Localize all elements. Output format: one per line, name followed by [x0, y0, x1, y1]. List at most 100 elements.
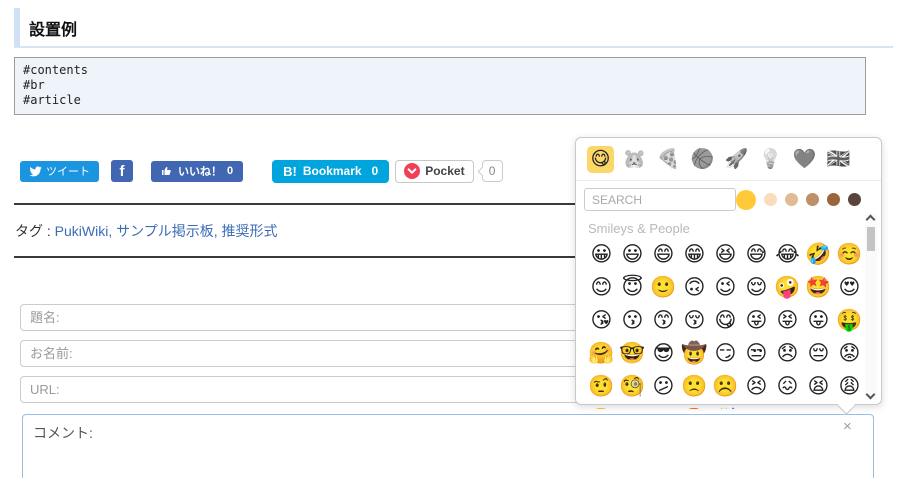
emoji-cell[interactable]: 🤪 — [772, 271, 803, 304]
emoji-category-tabs: 😋 🐹 🍕 🏀 🚀 💡 ❤️ 🇬🇧 — [576, 138, 881, 181]
category-tab-objects[interactable]: 💡 — [757, 146, 784, 173]
facebook-like-button[interactable]: いいね！ 0 — [151, 160, 244, 182]
emoji-grid: 😀 😃 😄 😁 😆 😅 😂 🤣 ☺️ 😊 😇 🙂 🙃 😉 😌 🤪 🤩 😍 😘 😗 😙 😚 😋 😜 😝 😛 🤑 🤗 🤓 😎 🤠 😏 😒 😞 😔 😟 🤨 🧐 😕… — [586, 238, 865, 410]
emoji-cell[interactable]: 😡 — [648, 403, 679, 409]
emoji-cell[interactable]: 😝 — [772, 304, 803, 337]
skin-tone-picker — [736, 189, 861, 210]
skin-tone-dot[interactable] — [848, 193, 861, 206]
emoji-cell[interactable]: 😅 — [741, 238, 772, 271]
tag-link[interactable]: PukiWiki — [55, 223, 116, 239]
emoji-cell[interactable]: 🤓 — [617, 337, 648, 370]
emoji-scrollbar[interactable] — [865, 214, 877, 400]
emoji-cell[interactable]: 🤑 — [834, 304, 865, 337]
skin-tone-dot[interactable] — [736, 189, 756, 210]
emoji-cell[interactable]: 😎 — [648, 337, 679, 370]
emoji-cell[interactable]: 🙁 — [679, 370, 710, 403]
emoji-cell[interactable]: 😕 — [648, 370, 679, 403]
emoji-cell[interactable]: 😏 — [710, 337, 741, 370]
pocket-button[interactable]: Pocket — [395, 159, 474, 183]
emoji-cell[interactable]: 😖 — [772, 370, 803, 403]
twitter-bird-icon — [29, 165, 42, 176]
emoji-cell[interactable]: 😊 — [586, 271, 617, 304]
category-tab-animals[interactable]: 🐹 — [621, 146, 648, 173]
facebook-f-icon: f — [119, 162, 125, 180]
emoji-cell[interactable]: 😍 — [834, 271, 865, 304]
emoji-cell[interactable]: ☹️ — [710, 370, 741, 403]
emoji-scroll-area: Smileys & People 😀 😃 😄 😁 😆 😅 😂 🤣 ☺️ 😊 😇 🙂 🙃 😉 😌 🤪 🤩 😍 😘 😗 😙 😚… — [576, 217, 881, 409]
emoji-cell[interactable]: 🤗 — [586, 337, 617, 370]
emoji-search-input[interactable] — [584, 188, 736, 211]
emoji-cell[interactable]: 😚 — [679, 304, 710, 337]
emoji-cell[interactable]: 😨 — [803, 403, 834, 409]
emoji-cell[interactable]: 😁 — [679, 238, 710, 271]
emoji-cell[interactable]: 😫 — [803, 370, 834, 403]
emoji-cell[interactable]: 😋 — [710, 304, 741, 337]
share-buttons-row: ツイート f いいね！ 0 B! Bookmark 0 Pocket 0 — [20, 159, 503, 183]
code-block: #contents #br #article — [14, 57, 866, 115]
tags-label: タグ : — [15, 223, 51, 239]
emoji-cell[interactable]: 😔 — [803, 337, 834, 370]
emoji-cell[interactable]: 😳 — [741, 403, 772, 409]
emoji-cell[interactable]: 😛 — [803, 304, 834, 337]
emoji-cell[interactable]: 😒 — [741, 337, 772, 370]
emoji-cell[interactable]: ☺️ — [834, 238, 865, 271]
skin-tone-dot[interactable] — [806, 193, 819, 206]
skin-tone-dot[interactable] — [764, 193, 777, 206]
thumbs-up-icon — [162, 166, 171, 175]
emoji-cell[interactable]: 🙂 — [648, 271, 679, 304]
emoji-cell[interactable]: 😱 — [772, 403, 803, 409]
category-tab-symbols[interactable]: ❤️ — [791, 146, 818, 173]
emoji-cell[interactable]: 😇 — [617, 271, 648, 304]
emoji-cell[interactable]: 😩 — [834, 370, 865, 403]
skin-tone-dot[interactable] — [827, 193, 840, 206]
tag-link[interactable]: サンプル掲示板 — [116, 223, 221, 239]
hatena-button-label: Bookmark — [302, 164, 362, 178]
emoji-cell[interactable]: 🤯 — [710, 403, 741, 410]
tweet-button[interactable]: ツイート — [20, 160, 99, 182]
tweet-button-label: ツイート — [46, 166, 90, 178]
emoji-cell[interactable]: 😘 — [586, 304, 617, 337]
emoji-cell[interactable]: 😄 — [648, 238, 679, 271]
hatena-bookmark-button[interactable]: B! Bookmark 0 — [272, 159, 390, 183]
page-title: 設置例 — [29, 22, 78, 39]
category-tab-activity[interactable]: 🏀 — [689, 146, 716, 173]
emoji-cell[interactable]: 🙃 — [679, 271, 710, 304]
skin-tone-dot[interactable] — [785, 193, 798, 206]
emoji-cell[interactable]: 😉 — [710, 271, 741, 304]
emoji-cell[interactable]: 😜 — [741, 304, 772, 337]
emoji-cell[interactable]: 😃 — [617, 238, 648, 271]
emoji-cell[interactable]: 🤨 — [586, 370, 617, 403]
emoji-cell[interactable]: 😣 — [741, 370, 772, 403]
emoji-cell[interactable]: 😙 — [648, 304, 679, 337]
emoji-cell[interactable]: 😤 — [586, 403, 617, 410]
article-header: 設置例 — [14, 8, 893, 48]
tag-link[interactable]: 推奨形式 — [222, 223, 278, 239]
emoji-cell[interactable]: 😂 — [772, 238, 803, 271]
facebook-share-button[interactable]: f — [111, 160, 133, 182]
emoji-cell[interactable]: 😆 — [710, 238, 741, 271]
category-tab-flags[interactable]: 🇬🇧 — [825, 146, 852, 173]
scroll-up-icon[interactable] — [865, 214, 876, 225]
emoji-cell[interactable]: 🤣 — [803, 238, 834, 271]
tags-list: PukiWikiサンプル掲示板推奨形式 — [55, 223, 278, 239]
scroll-down-icon[interactable] — [865, 389, 876, 400]
emoji-cell[interactable]: 😞 — [772, 337, 803, 370]
emoji-cell[interactable]: 🤩 — [803, 271, 834, 304]
category-tab-travel[interactable]: 🚀 — [723, 146, 750, 173]
scrollbar-thumb[interactable] — [867, 227, 875, 251]
close-icon[interactable]: × — [843, 419, 852, 434]
emoji-cell[interactable]: 🤬 — [679, 403, 710, 410]
hatena-count: 0 — [371, 164, 379, 178]
emoji-cell[interactable]: 😠 — [617, 403, 648, 409]
emoji-cell[interactable]: 😀 — [586, 238, 617, 271]
emoji-cell[interactable]: 😗 — [617, 304, 648, 337]
category-tab-smileys[interactable]: 😋 — [587, 146, 614, 173]
pocket-icon — [404, 163, 421, 179]
emoji-cell[interactable]: 😟 — [834, 337, 865, 370]
header-accent-bar — [14, 8, 20, 46]
emoji-cell[interactable]: 🤠 — [679, 337, 710, 370]
emoji-cell[interactable]: 😌 — [741, 271, 772, 304]
category-tab-food[interactable]: 🍕 — [655, 146, 682, 173]
comment-textarea[interactable] — [22, 414, 874, 478]
emoji-cell[interactable]: 🧐 — [617, 370, 648, 403]
